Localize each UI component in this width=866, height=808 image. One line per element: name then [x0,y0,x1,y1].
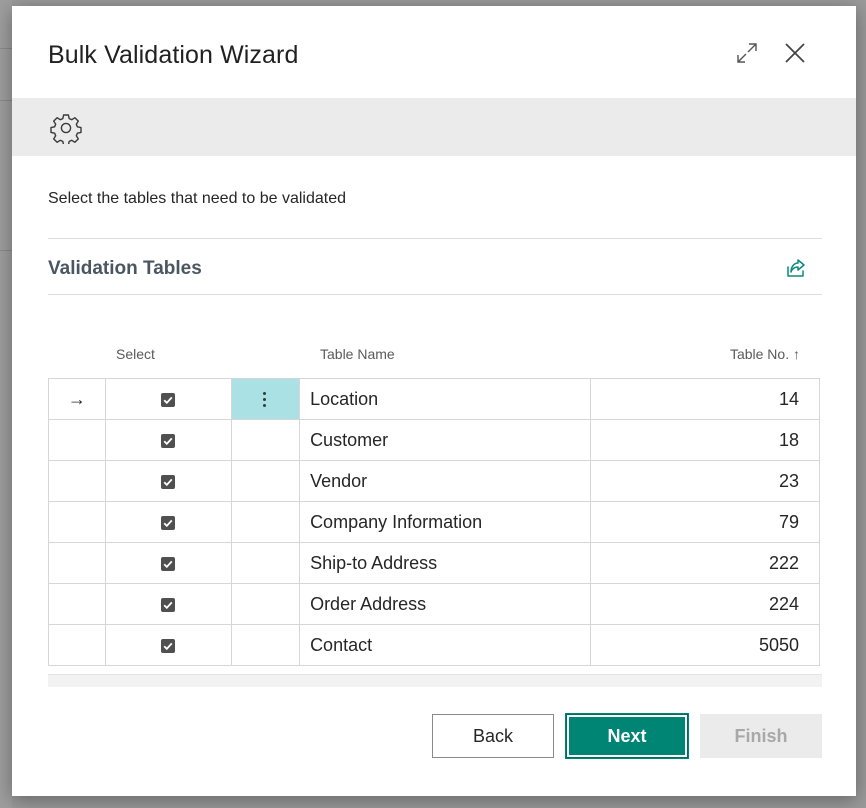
table-no-cell[interactable]: 224 [590,583,820,625]
table-name-cell[interactable]: Vendor [299,460,592,502]
row-indicator: → [48,378,106,420]
table-name-cell[interactable]: Location [299,378,592,420]
table-name-cell[interactable]: Company Information [299,501,592,543]
table-row[interactable]: Vendor 23 [48,460,820,502]
select-cell [104,583,232,625]
share-icon[interactable] [784,256,808,280]
table-row[interactable]: Customer 18 [48,419,820,461]
row-menu-cell [230,501,301,543]
row-indicator [48,624,106,666]
close-icon[interactable] [778,36,812,70]
row-menu-cell [230,542,301,584]
bulk-validation-dialog: Bulk Validation Wizard Select the tables… [12,6,856,796]
table-row[interactable]: Company Information 79 [48,501,820,543]
table-row[interactable]: Contact 5050 [48,624,820,666]
row-menu-cell [230,419,301,461]
background-divider [0,100,12,101]
row-indicator [48,583,106,625]
select-cell [104,378,232,420]
instruction-text: Select the tables that need to be valida… [48,190,346,207]
gear-icon[interactable] [48,110,84,146]
column-header-select[interactable]: Select [116,346,155,362]
table-no-cell[interactable]: 5050 [590,624,820,666]
background-page [0,0,12,808]
table-no-cell[interactable]: 18 [590,419,820,461]
checkbox-checked-icon[interactable] [161,556,176,571]
back-button[interactable]: Back [432,714,554,758]
row-indicator [48,419,106,461]
validation-tables-grid: → Location 14 Customer 18 Vendor 23 Company Inf… [48,378,820,666]
column-header-table-name[interactable]: Table Name [320,346,395,362]
background-divider [0,250,12,251]
checkbox-checked-icon[interactable] [161,392,176,407]
dialog-title: Bulk Validation Wizard [48,41,299,69]
checkbox-checked-icon[interactable] [161,515,176,530]
select-cell [104,419,232,461]
column-header-table-no[interactable]: Table No. ↑ [730,346,800,362]
table-name-cell[interactable]: Ship-to Address [299,542,592,584]
table-row[interactable]: → Location 14 [48,378,820,420]
horizontal-scrollbar[interactable] [48,674,822,687]
table-row[interactable]: Ship-to Address 222 [48,542,820,584]
row-menu-cell[interactable] [230,378,301,420]
section-divider [48,238,822,239]
select-cell [104,542,232,584]
table-no-cell[interactable]: 14 [590,378,820,420]
dialog-header: Bulk Validation Wizard [12,6,856,98]
more-vertical-icon[interactable] [263,389,267,410]
finish-button: Finish [700,714,822,758]
table-row[interactable]: Order Address 224 [48,583,820,625]
action-bar [12,98,856,156]
checkbox-checked-icon[interactable] [161,474,176,489]
row-menu-cell [230,624,301,666]
table-no-cell[interactable]: 23 [590,460,820,502]
next-button[interactable]: Next [565,713,689,759]
section-divider [48,294,822,295]
section-title[interactable]: Validation Tables [48,258,202,280]
table-no-cell[interactable]: 79 [590,501,820,543]
expand-icon[interactable] [730,36,764,70]
select-cell [104,624,232,666]
table-name-cell[interactable]: Contact [299,624,592,666]
table-no-cell[interactable]: 222 [590,542,820,584]
checkbox-checked-icon[interactable] [161,638,176,653]
checkbox-checked-icon[interactable] [161,433,176,448]
row-indicator [48,460,106,502]
table-name-cell[interactable]: Order Address [299,583,592,625]
select-cell [104,460,232,502]
row-menu-cell [230,460,301,502]
table-name-cell[interactable]: Customer [299,419,592,461]
row-indicator [48,542,106,584]
row-indicator [48,501,106,543]
checkbox-checked-icon[interactable] [161,597,176,612]
background-divider [0,48,12,49]
row-menu-cell [230,583,301,625]
select-cell [104,501,232,543]
